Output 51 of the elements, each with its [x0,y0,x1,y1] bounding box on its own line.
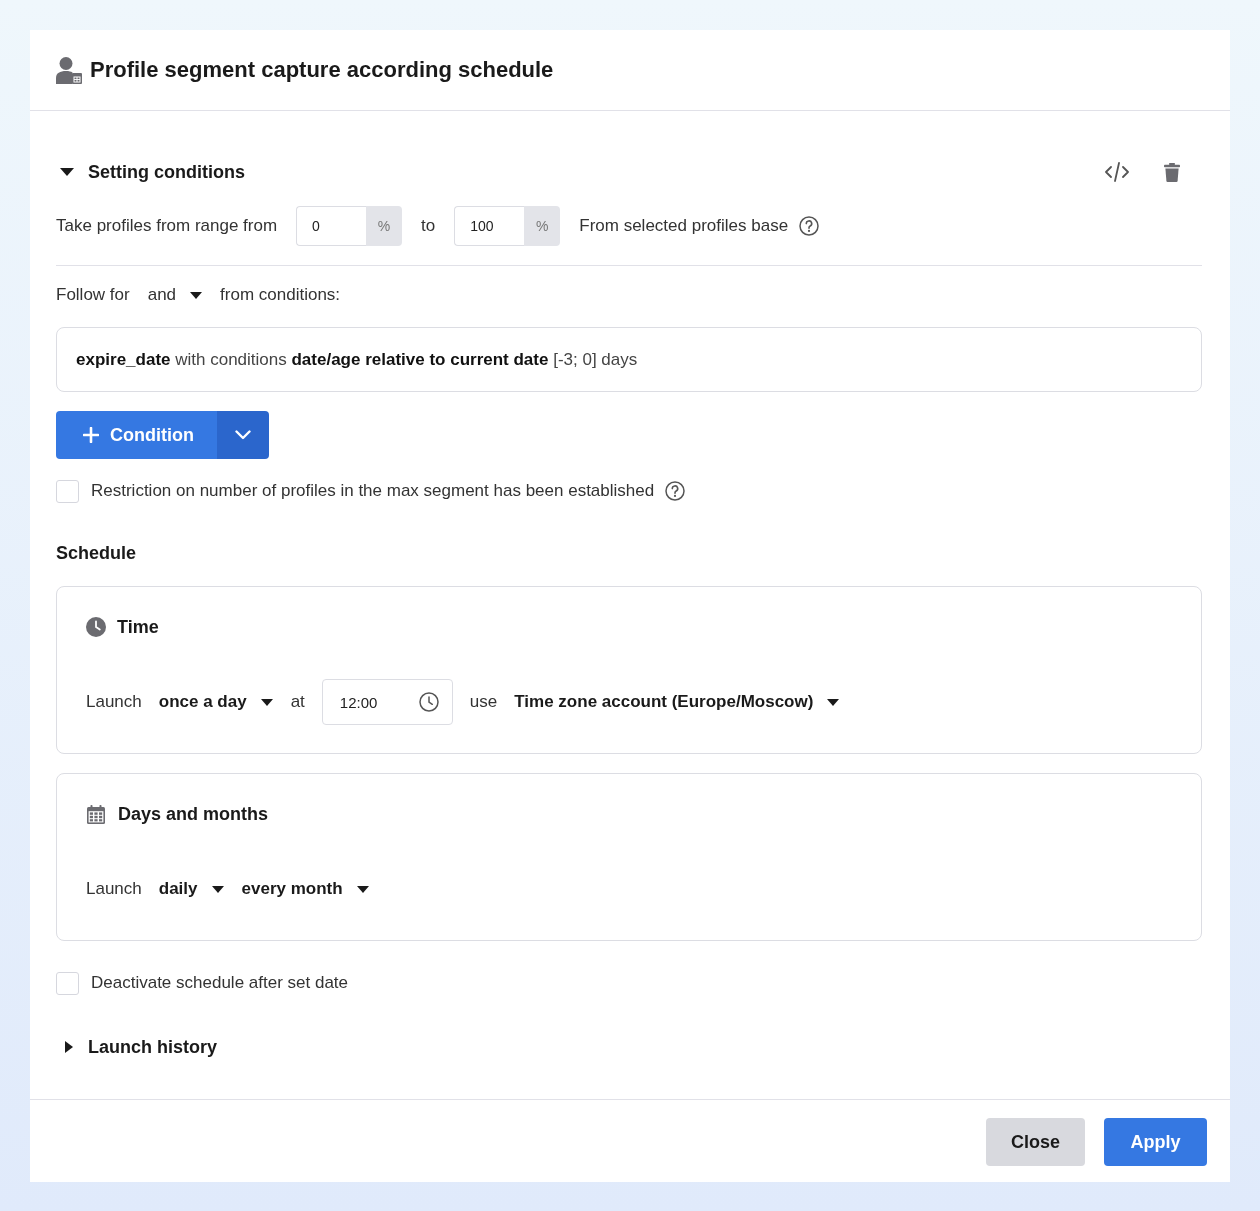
section-toggle[interactable]: Launch history [56,1035,217,1059]
time-input[interactable]: 12:00 [321,679,453,725]
range-separator: to [421,215,436,237]
trash-icon[interactable] [1164,162,1180,182]
plus-icon [83,427,99,443]
dropdown-toggle-button[interactable] [217,411,269,459]
dialog-title: Profile segment capture according schedule [90,57,554,83]
caret-down-icon [827,698,840,706]
clock-icon [86,617,106,637]
close-button[interactable]: Close [986,1118,1085,1166]
clock-icon [418,692,439,712]
code-icon[interactable] [1105,162,1129,182]
follow-suffix: from conditions: [220,284,341,306]
percent-addon: % [524,206,561,246]
dropdown[interactable]: once a day [158,690,273,714]
checkbox-label: Restriction on number of profiles in the max segment has been established [91,480,655,502]
range-label: Take profiles from range from [56,215,278,237]
checkbox[interactable] [56,971,79,995]
card-title: Time [117,616,159,639]
field-label: Launch [86,878,142,900]
calendar-icon [87,804,105,824]
field-label: use [469,691,498,713]
add-condition-button[interactable]: Condition [56,411,217,459]
dropdown[interactable]: daily [158,877,224,901]
caret-right-icon [65,1041,73,1053]
card-title: Days and months [118,803,269,826]
field-label: Launch [86,691,142,713]
dropdown[interactable]: every month [241,877,369,901]
help-icon[interactable] [799,216,820,236]
checkbox-label: Deactivate schedule after set date [91,972,349,994]
percent-addon: % [366,206,403,246]
user-calendar-icon [56,56,82,84]
number-input[interactable]: 100 [454,206,525,246]
number-input[interactable]: 0 [296,206,367,246]
checkbox[interactable] [56,479,79,503]
condition-text: expire_date with conditions date/age relative to current date [-3; 0] days [76,349,638,370]
field-label: at [290,691,305,713]
caret-down-icon [60,168,74,176]
range-suffix: From selected profiles base [579,215,789,237]
operator-dropdown[interactable]: and [147,283,203,307]
section-title: Schedule [56,542,137,565]
help-icon[interactable] [665,481,686,501]
follow-label: Follow for [56,284,130,306]
dropdown[interactable]: Time zone account (Europe/Moscow) [514,690,840,714]
caret-down-icon [260,698,273,706]
apply-button[interactable]: Apply [1104,1118,1207,1166]
caret-down-icon [356,885,369,893]
chevron-down-icon [235,430,251,440]
caret-down-icon [190,291,203,299]
caret-down-icon [211,885,224,893]
section-toggle[interactable]: Setting conditions [56,160,245,184]
